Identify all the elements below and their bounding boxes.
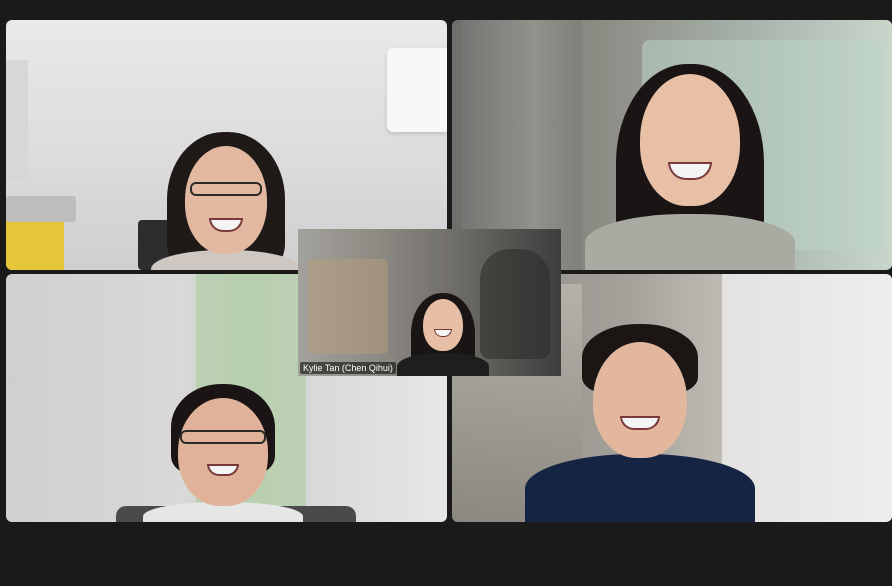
participant-video	[298, 229, 561, 376]
face	[593, 342, 687, 458]
window	[6, 60, 28, 180]
cabinet-blur	[308, 259, 388, 354]
face	[185, 146, 267, 254]
wall-air-conditioner	[387, 48, 447, 132]
face	[640, 74, 740, 206]
video-gallery: Kylie Tan (Chen Qihui)	[0, 0, 892, 586]
participant-name-label: Kylie Tan (Chen Qihui)	[300, 362, 396, 374]
participant-person	[397, 293, 489, 376]
torso	[525, 454, 755, 522]
desk-items	[6, 196, 76, 222]
participant-person	[151, 132, 301, 270]
torso	[585, 214, 795, 270]
face	[423, 299, 463, 351]
face	[178, 398, 268, 506]
glasses	[180, 430, 266, 444]
torso	[397, 353, 489, 376]
participant-tile-center-floating[interactable]: Kylie Tan (Chen Qihui)	[298, 229, 561, 376]
background-person-blur	[480, 249, 550, 359]
bottom-blank-area	[0, 524, 892, 586]
participant-person	[143, 384, 303, 522]
glasses	[190, 182, 262, 196]
participant-person	[585, 64, 795, 270]
yellow-cabinet	[6, 220, 64, 270]
